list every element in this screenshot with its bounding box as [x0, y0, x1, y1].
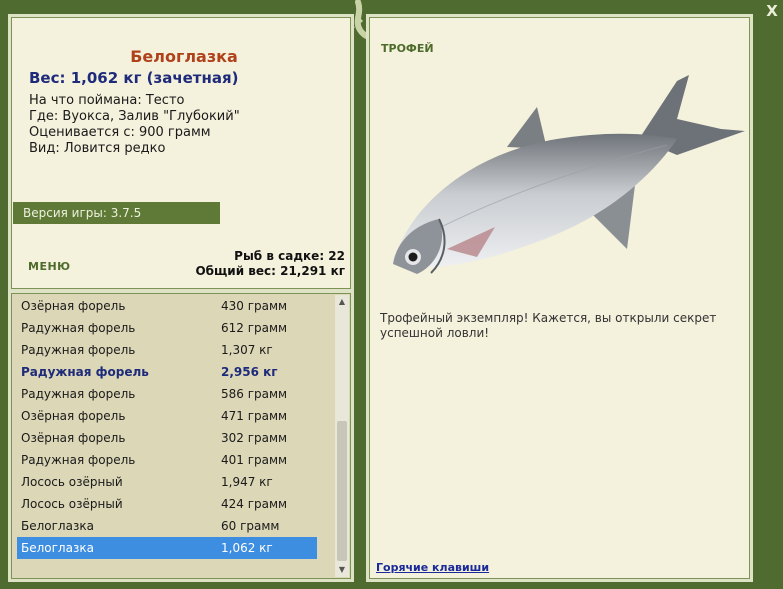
total-weight: Общий вес: 21,291 кг [195, 264, 345, 278]
close-icon: X [766, 2, 778, 20]
hotkeys-link[interactable]: Горячие клавиши [376, 561, 489, 574]
version-bar: Версия игры: 3.7.5 [13, 202, 220, 224]
list-scrollbar[interactable]: ▲ ▼ [335, 295, 349, 577]
scroll-thumb[interactable] [337, 421, 347, 561]
fish-valued: Оценивается с: 900 грамм [29, 125, 211, 140]
fish-bait: На что поймана: Тесто [29, 93, 185, 108]
list-item[interactable]: Озёрная форель 302 грамм [13, 427, 337, 449]
list-item-selected[interactable]: Белоглазка 1,062 кг [17, 537, 317, 559]
list-item[interactable]: Лосось озёрный 1,947 кг [13, 471, 337, 493]
catch-list-panel: Озёрная форель 430 грамм Радужная форель 6… [8, 290, 354, 582]
scroll-down-icon[interactable]: ▼ [335, 563, 349, 577]
catch-stats: Рыб в садке: 22 Общий вес: 21,291 кг [195, 249, 345, 279]
list-item[interactable]: Радужная форель 401 грамм [13, 449, 337, 471]
fish-image [393, 75, 745, 274]
list-item[interactable]: Озёрная форель 430 грамм [13, 295, 337, 317]
list-item[interactable]: Радужная форель 1,307 кг [13, 339, 337, 361]
fish-info-panel: Белоглазка Вес: 1,062 кг (зачетная) На ч… [8, 14, 354, 292]
fish-title: Белоглазка [130, 47, 238, 66]
menu-button[interactable]: МЕНЮ [28, 260, 71, 273]
list-item-highlighted[interactable]: Радужная форель 2,956 кг [13, 361, 337, 383]
scroll-up-icon[interactable]: ▲ [335, 295, 349, 309]
list-item[interactable]: Радужная форель 586 грамм [13, 383, 337, 405]
trophy-message: Трофейный экземпляр! Кажется, вы открыли… [380, 311, 717, 340]
fish-weight: Вес: 1,062 кг (зачетная) [29, 69, 239, 87]
fish-location: Где: Вуокса, Залив "Глубокий" [29, 109, 240, 124]
close-button[interactable]: X [761, 0, 783, 22]
fish-kind: Вид: Ловится редко [29, 141, 166, 156]
catch-list: Озёрная форель 430 грамм Радужная форель 6… [13, 295, 337, 559]
list-item[interactable]: Лосось озёрный 424 грамм [13, 493, 337, 515]
trophy-label: ТРОФЕЙ [381, 42, 434, 55]
trophy-panel: ТРОФЕЙ Трофейный экземпляр! Кажется, вы … [366, 14, 753, 582]
list-item[interactable]: Радужная форель 612 грамм [13, 317, 337, 339]
list-item[interactable]: Озёрная форель 471 грамм [13, 405, 337, 427]
list-item[interactable]: Белоглазка 60 грамм [13, 515, 337, 537]
fish-count: Рыб в садке: 22 [234, 249, 345, 263]
